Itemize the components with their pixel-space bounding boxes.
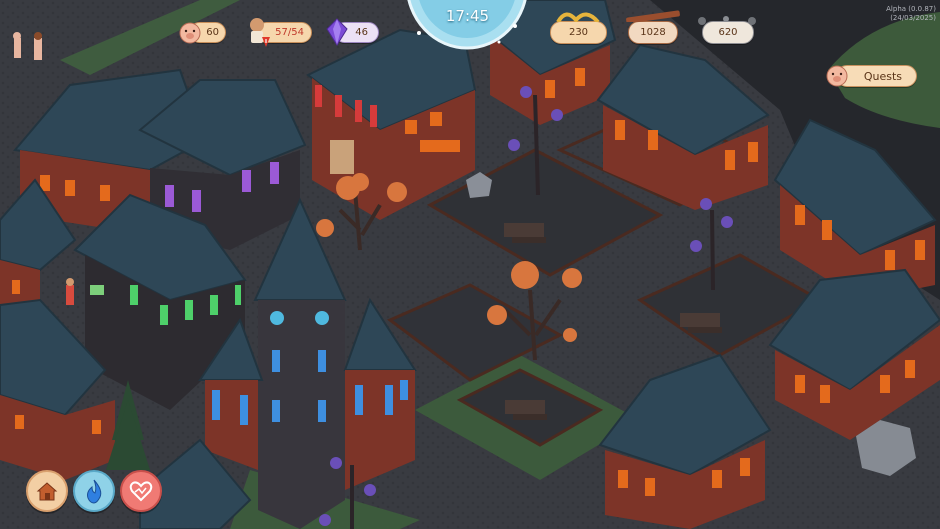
gems-value: 46 (355, 27, 368, 38)
villager-alert-icon (250, 18, 270, 47)
build-menu-button[interactable] (26, 470, 68, 512)
happiness-button[interactable] (120, 470, 162, 512)
clock-time: 17:45 (445, 7, 490, 25)
poster (330, 140, 354, 174)
game-viewport[interactable]: 17:45 60 57/54 46 230 1028 620 Quests Al… (0, 0, 940, 529)
heart-chart-icon (129, 481, 153, 502)
wood-counter[interactable]: 1028 (628, 21, 678, 44)
blue-flame-icon (87, 479, 102, 504)
wheat-value: 230 (568, 27, 589, 38)
population-value: 60 (206, 27, 219, 38)
wheat-counter[interactable]: 230 (550, 21, 607, 44)
spirit-button[interactable] (73, 470, 115, 512)
purple-gem-icon (326, 18, 348, 46)
version-label: Alpha (0.0.87) (24/03/2025) (886, 5, 936, 23)
wheat-icon (556, 12, 600, 22)
pig-face-icon (826, 65, 848, 87)
tower-clock-face (270, 311, 284, 325)
villager[interactable] (66, 278, 74, 305)
version-number: Alpha (0.0.87) (886, 5, 936, 13)
quests-label: Quests (863, 69, 902, 83)
version-date: (24/03/2025) (890, 14, 936, 22)
house-build-icon (36, 482, 58, 501)
villager[interactable] (34, 32, 42, 60)
wood-value: 1028 (640, 27, 666, 38)
stone-value: 620 (718, 27, 738, 38)
pig-face-icon (179, 22, 201, 44)
wood-planks-icon (626, 10, 680, 22)
villager[interactable] (13, 32, 21, 58)
stone-pile-icon (698, 16, 756, 25)
workers-value: 57/54 (275, 27, 304, 38)
day-clock[interactable]: 17:45 (405, 0, 530, 50)
town-map[interactable] (0, 0, 940, 529)
tower-clock-face (315, 311, 329, 325)
